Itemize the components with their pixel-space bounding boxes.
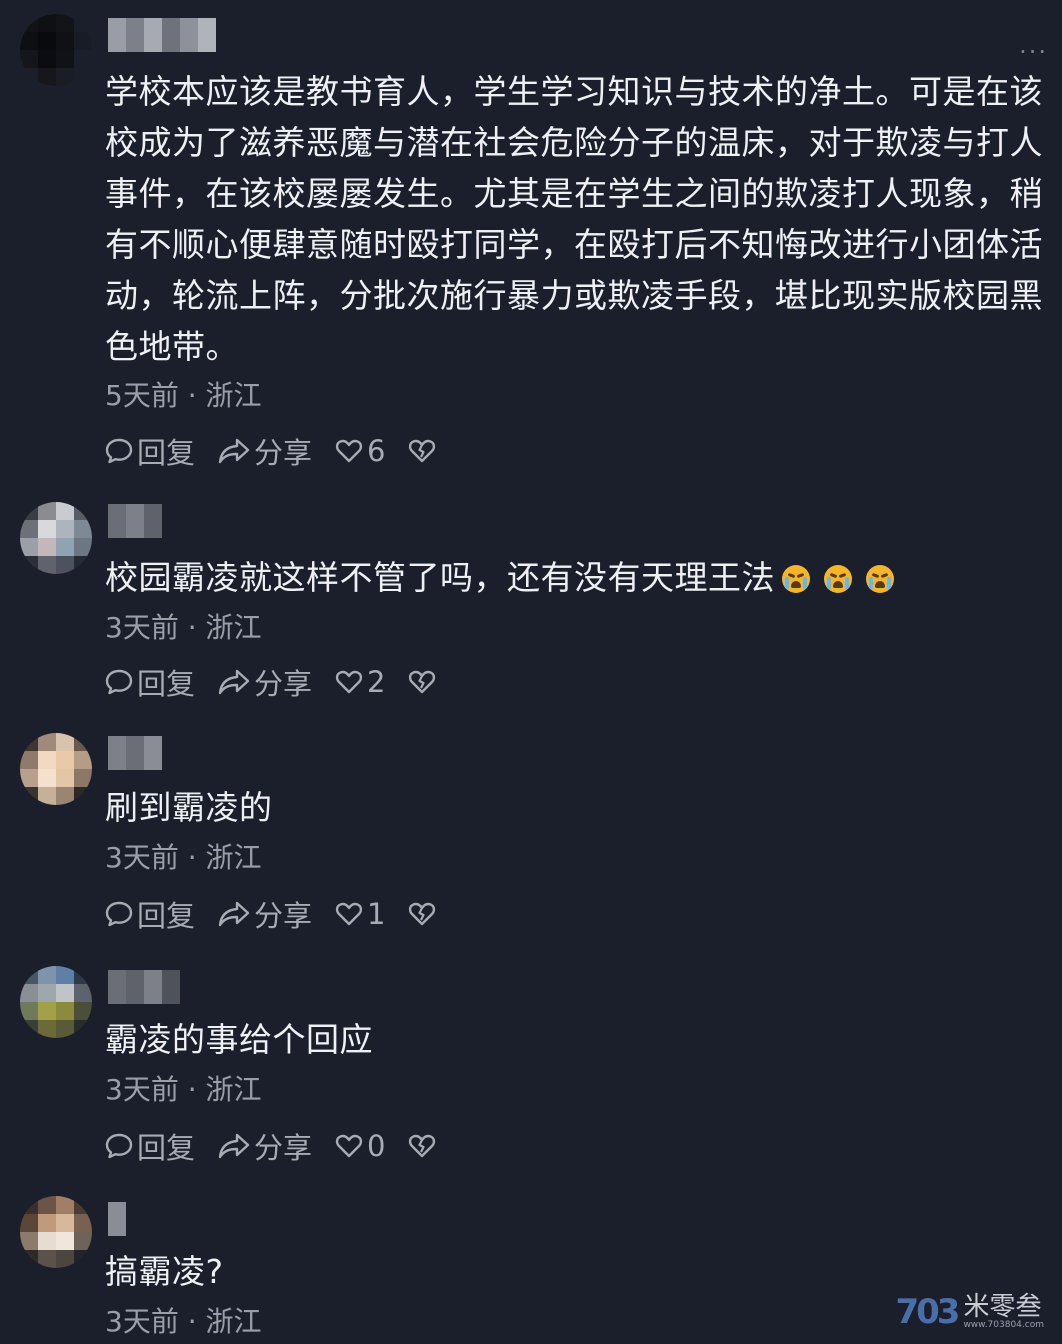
share-icon [218, 1133, 250, 1159]
like-button[interactable]: 2 [334, 665, 385, 699]
watermark-text: 米零叁 www.703804.com [963, 1294, 1044, 1330]
comment-actions: 回复 分享 2 [104, 662, 459, 702]
crying-emoji [782, 565, 810, 593]
reply-label: 回复 [137, 667, 196, 701]
dislike-button[interactable] [407, 436, 437, 466]
share-button[interactable]: 分享 [217, 661, 312, 703]
broken-heart-icon [409, 902, 436, 926]
avatar[interactable] [20, 502, 92, 574]
comment-meta: 3天前 · 浙江 [105, 841, 262, 874]
reply-label: 回复 [137, 436, 196, 470]
reply-icon [105, 901, 133, 927]
reply-label: 回复 [137, 899, 196, 933]
broken-heart-icon [409, 670, 436, 694]
comment-text: 搞霸凌? [105, 1252, 224, 1291]
avatar[interactable] [20, 14, 92, 86]
reply-icon [105, 1133, 133, 1159]
reply-button[interactable]: 回复 [104, 893, 195, 935]
comment-text: 学校本应该是教书育人，学生学习知识与技术的净土。可是在该校成为了滋养恶魔与潜在社… [105, 72, 1043, 366]
broken-heart-icon [409, 1134, 436, 1158]
like-count: 1 [367, 897, 386, 931]
heart-icon [335, 439, 363, 463]
comment-text-content: 校园霸凌就这样不管了吗，还有没有天理王法 [105, 558, 775, 597]
comment-meta: 3天前 · 浙江 [105, 611, 262, 644]
reply-icon [105, 669, 133, 695]
share-icon [218, 669, 250, 695]
watermark-name: 米零叁 [963, 1292, 1042, 1322]
reply-button[interactable]: 回复 [104, 661, 195, 703]
username[interactable] [108, 970, 180, 1004]
broken-heart-icon [409, 439, 436, 463]
watermark-url: www.703804.com [963, 1320, 1044, 1330]
username[interactable] [108, 1202, 126, 1236]
comment-text: 霸凌的事给个回应 [105, 1020, 373, 1059]
like-button[interactable]: 1 [334, 897, 385, 931]
more-options-icon[interactable]: ··· [1019, 38, 1048, 66]
avatar[interactable] [20, 733, 92, 805]
dislike-button[interactable] [407, 667, 437, 697]
reply-icon [105, 438, 133, 464]
heart-icon [335, 670, 363, 694]
share-icon [218, 438, 250, 464]
share-button[interactable]: 分享 [217, 893, 312, 935]
share-label: 分享 [254, 436, 313, 470]
comment-text: 刷到霸凌的 [105, 788, 273, 827]
dislike-button[interactable] [407, 899, 437, 929]
share-label: 分享 [254, 1131, 313, 1165]
like-button[interactable]: 6 [334, 434, 385, 468]
username[interactable] [108, 18, 216, 52]
crying-emoji [824, 565, 852, 593]
like-count: 2 [367, 665, 386, 699]
comment-text: 校园霸凌就这样不管了吗，还有没有天理王法 [105, 552, 1045, 603]
share-label: 分享 [254, 667, 313, 701]
like-button[interactable]: 0 [334, 1129, 385, 1163]
comment-actions: 回复 分享 6 [104, 431, 459, 471]
heart-icon [335, 902, 363, 926]
like-count: 0 [367, 1129, 386, 1163]
watermark-logo: 703 [895, 1292, 960, 1332]
comment-actions: 回复 分享 1 [104, 894, 459, 934]
share-button[interactable]: 分享 [217, 430, 312, 472]
share-button[interactable]: 分享 [217, 1125, 312, 1167]
comment-actions: 回复 分享 0 [104, 1126, 459, 1166]
reply-button[interactable]: 回复 [104, 1125, 195, 1167]
comment-meta: 3天前 · 浙江 [105, 1305, 262, 1338]
watermark: 703 米零叁 www.703804.com [895, 1292, 1044, 1332]
comment-meta: 5天前 · 浙江 [105, 379, 262, 412]
share-label: 分享 [254, 899, 313, 933]
reply-label: 回复 [137, 1131, 196, 1165]
crying-emoji [866, 565, 894, 593]
comment-meta: 3天前 · 浙江 [105, 1073, 262, 1106]
reply-button[interactable]: 回复 [104, 430, 195, 472]
avatar[interactable] [20, 966, 92, 1038]
username[interactable] [108, 736, 162, 770]
avatar[interactable] [20, 1196, 92, 1268]
heart-icon [335, 1134, 363, 1158]
share-icon [218, 901, 250, 927]
like-count: 6 [367, 434, 386, 468]
username[interactable] [108, 504, 162, 538]
dislike-button[interactable] [407, 1131, 437, 1161]
